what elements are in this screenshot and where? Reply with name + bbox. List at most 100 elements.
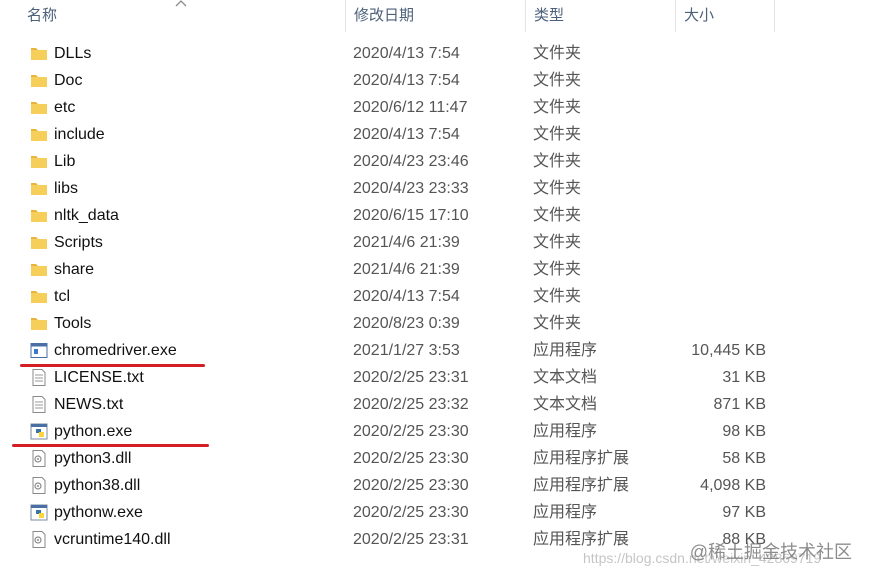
file-name: nltk_data [54, 207, 119, 224]
file-name: Scripts [54, 234, 103, 251]
folder-icon [30, 72, 48, 89]
file-name: libs [54, 180, 79, 197]
file-date: 2020/2/25 23:30 [353, 423, 469, 440]
file-row[interactable]: libs 2020/4/23 23:33 文件夹 [0, 175, 870, 202]
file-row[interactable]: LICENSE.txt 2020/2/25 23:31 文本文档 31 KB [0, 364, 870, 391]
file-type: 应用程序扩展 [533, 450, 630, 467]
file-type: 文件夹 [533, 261, 582, 278]
folder-icon [30, 153, 48, 170]
column-header-date[interactable]: 修改日期 [345, 0, 525, 32]
file-name: etc [54, 99, 76, 116]
file-row[interactable]: NEWS.txt 2020/2/25 23:32 文本文档 871 KB [0, 391, 870, 418]
file-type: 文件夹 [533, 45, 582, 62]
file-date: 2020/6/12 11:47 [353, 99, 468, 116]
file-name: vcruntime140.dll [54, 531, 171, 548]
file-size: 871 KB [713, 396, 766, 413]
file-size: 58 KB [722, 450, 766, 467]
file-date: 2021/4/6 21:39 [353, 261, 460, 278]
folder-icon [30, 180, 48, 197]
dll-icon [30, 477, 48, 494]
column-header-size-label: 大小 [684, 7, 715, 24]
column-header-type[interactable]: 类型 [525, 0, 675, 32]
red-annotation-underline-chromedriver [20, 364, 205, 367]
dll-icon [30, 531, 48, 548]
file-name: LICENSE.txt [54, 369, 144, 386]
column-header-type-label: 类型 [534, 7, 565, 24]
file-type: 文件夹 [533, 234, 582, 251]
folder-icon [30, 261, 48, 278]
file-date: 2020/2/25 23:32 [353, 396, 469, 413]
file-row[interactable]: nltk_data 2020/6/15 17:10 文件夹 [0, 202, 870, 229]
file-type: 文本文档 [533, 369, 598, 386]
file-date: 2020/4/13 7:54 [353, 72, 460, 89]
file-row[interactable]: pythonw.exe 2020/2/25 23:30 应用程序 97 KB [0, 499, 870, 526]
file-name: tcl [54, 288, 70, 305]
file-date: 2020/4/13 7:54 [353, 45, 460, 62]
file-name: pythonw.exe [54, 504, 143, 521]
file-row[interactable]: DLLs 2020/4/13 7:54 文件夹 [0, 40, 870, 67]
file-size: 98 KB [722, 423, 766, 440]
file-name: NEWS.txt [54, 396, 124, 413]
file-row[interactable]: Tools 2020/8/23 0:39 文件夹 [0, 310, 870, 337]
folder-icon [30, 45, 48, 62]
file-name: include [54, 126, 105, 143]
column-header-size[interactable]: 大小 [675, 0, 775, 32]
column-header-name-label: 名称 [27, 7, 58, 24]
file-name: python38.dll [54, 477, 141, 494]
file-date: 2021/1/27 3:53 [353, 342, 460, 359]
file-size: 4,098 KB [700, 477, 766, 494]
text-document-icon [30, 396, 48, 413]
file-type: 文件夹 [533, 207, 582, 224]
red-annotation-underline-python [12, 444, 209, 447]
file-row[interactable]: tcl 2020/4/13 7:54 文件夹 [0, 283, 870, 310]
folder-icon [30, 315, 48, 332]
file-date: 2020/4/13 7:54 [353, 288, 460, 305]
folder-icon [30, 99, 48, 116]
sort-ascending-icon[interactable] [175, 0, 187, 8]
file-type: 文件夹 [533, 315, 582, 332]
column-header-date-label: 修改日期 [354, 7, 415, 24]
file-type: 文件夹 [533, 72, 582, 89]
file-type: 应用程序 [533, 342, 598, 359]
file-row[interactable]: Scripts 2021/4/6 21:39 文件夹 [0, 229, 870, 256]
file-type: 文件夹 [533, 126, 582, 143]
file-type: 文件夹 [533, 99, 582, 116]
file-row[interactable]: Doc 2020/4/13 7:54 文件夹 [0, 67, 870, 94]
file-row[interactable]: chromedriver.exe 2021/1/27 3:53 应用程序 10,445… [0, 337, 870, 364]
folder-icon [30, 234, 48, 251]
file-type: 应用程序 [533, 504, 598, 521]
file-row[interactable]: share 2021/4/6 21:39 文件夹 [0, 256, 870, 283]
file-row[interactable]: python38.dll 2020/2/25 23:30 应用程序扩展 4,098 K… [0, 472, 870, 499]
dll-icon [30, 450, 48, 467]
file-size: 97 KB [722, 504, 766, 521]
file-date: 2020/2/25 23:31 [353, 531, 469, 548]
file-name: Tools [54, 315, 92, 332]
file-row[interactable]: Lib 2020/4/23 23:46 文件夹 [0, 148, 870, 175]
file-type: 文件夹 [533, 180, 582, 197]
watermark: @稀土掘金技术社区 [689, 542, 852, 562]
file-row[interactable]: python.exe 2020/2/25 23:30 应用程序 98 KB [0, 418, 870, 445]
file-type: 应用程序扩展 [533, 477, 630, 494]
file-date: 2020/4/13 7:54 [353, 126, 460, 143]
file-type: 文件夹 [533, 153, 582, 170]
file-row[interactable]: python3.dll 2020/2/25 23:30 应用程序扩展 58 KB [0, 445, 870, 472]
column-header-bar: 名称 修改日期 类型 大小 [0, 0, 870, 32]
file-row[interactable]: etc 2020/6/12 11:47 文件夹 [0, 94, 870, 121]
file-date: 2020/2/25 23:30 [353, 450, 469, 467]
text-document-icon [30, 369, 48, 386]
python-icon [30, 423, 48, 440]
file-date: 2020/8/23 0:39 [353, 315, 460, 332]
folder-icon [30, 288, 48, 305]
folder-icon [30, 126, 48, 143]
file-row[interactable]: include 2020/4/13 7:54 文件夹 [0, 121, 870, 148]
file-name: share [54, 261, 95, 278]
file-name: python.exe [54, 423, 133, 440]
file-name: Doc [54, 72, 83, 89]
file-size: 31 KB [722, 369, 766, 386]
file-date: 2020/6/15 17:10 [353, 207, 469, 224]
application-icon [30, 342, 48, 359]
file-date: 2020/2/25 23:30 [353, 504, 469, 521]
file-date: 2020/4/23 23:46 [353, 153, 469, 170]
file-date: 2020/4/23 23:33 [353, 180, 469, 197]
file-name: chromedriver.exe [54, 342, 177, 359]
